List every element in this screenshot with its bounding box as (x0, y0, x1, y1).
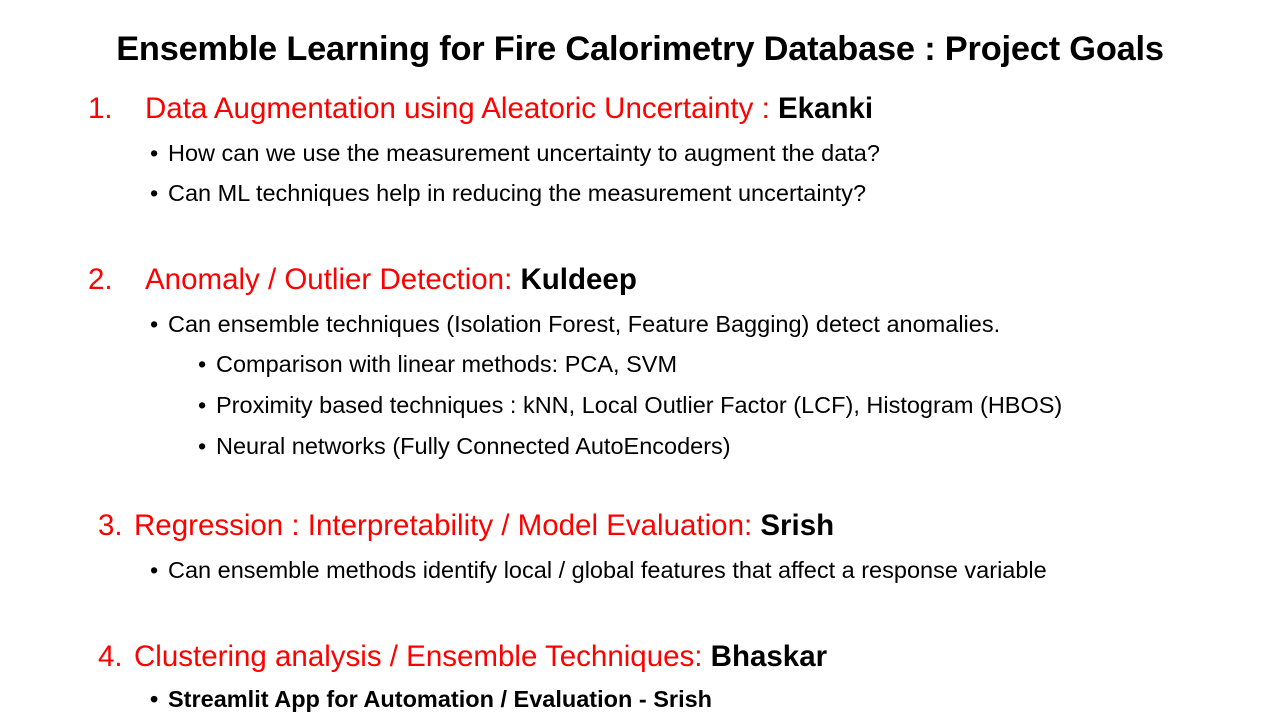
goal-1-number: 1. (88, 92, 113, 125)
bullet-text: Streamlit App for Automation / Evaluatio… (168, 686, 713, 712)
goal-2-text: Anomaly / Outlier Detection: (145, 263, 521, 296)
goal-3-heading: 3. Regression : Interpretability / Model … (98, 511, 834, 541)
goal-1-bullet-2: • Can ML techniques help in reducing the … (150, 180, 867, 206)
goal-2-owner: Kuldeep (520, 263, 637, 296)
goal-1-owner: Ekanki (777, 92, 874, 125)
bullet-icon: • (198, 351, 207, 377)
slide-title: Ensemble Learning for Fire Calorimetry D… (116, 30, 1164, 68)
goal-1-bullet-1: • How can we use the measurement uncertai… (150, 140, 880, 166)
goal-1-heading: 1. Data Augmentation using Aleatoric Unce… (88, 94, 873, 124)
goal-2-sub-bullet-1: • Comparison with linear methods: PCA, SV… (198, 351, 678, 377)
bullet-text: How can we use the measurement uncertain… (168, 140, 880, 166)
bullet-text: Can ensemble methods identify local / gl… (168, 557, 1047, 583)
bullet-text: Neural networks (Fully Connected AutoEnc… (216, 433, 731, 459)
goal-2-number: 2. (88, 263, 113, 296)
goal-4-owner: Bhaskar (710, 640, 828, 673)
bullet-icon: • (150, 180, 159, 206)
bullet-icon: • (198, 433, 207, 459)
bullet-text: Can ML techniques help in reducing the m… (168, 180, 867, 206)
goal-4-text: Clustering analysis / Ensemble Technique… (134, 640, 711, 673)
goal-3-text: Regression : Interpretability / Model Ev… (134, 509, 761, 542)
goal-4-bullet-1: • Streamlit App for Automation / Evaluati… (150, 686, 713, 712)
bullet-text: Proximity based techniques : kNN, Local … (216, 392, 1063, 418)
goal-2-sub-bullet-3: • Neural networks (Fully Connected AutoEn… (198, 433, 731, 459)
goal-3-bullet-1: • Can ensemble methods identify local / g… (150, 557, 1047, 583)
goal-3-number: 3. (98, 509, 123, 542)
bullet-icon: • (150, 686, 159, 712)
bullet-icon: • (150, 311, 159, 337)
goal-2-heading: 2. Anomaly / Outlier Detection: Kuldeep (88, 265, 637, 295)
goal-3-owner: Srish (760, 509, 835, 542)
bullet-text: Can ensemble techniques (Isolation Fores… (168, 311, 1001, 337)
goal-1-text: Data Augmentation using Aleatoric Uncert… (145, 92, 778, 125)
bullet-icon: • (150, 140, 159, 166)
goal-4-heading: 4. Clustering analysis / Ensemble Techniq… (98, 642, 827, 672)
bullet-text: Comparison with linear methods: PCA, SVM (216, 351, 678, 377)
bullet-icon: • (198, 392, 207, 418)
bullet-icon: • (150, 557, 159, 583)
goal-2-sub-bullet-2: • Proximity based techniques : kNN, Local… (198, 392, 1063, 418)
goal-2-bullet-1: • Can ensemble techniques (Isolation Fore… (150, 311, 1001, 337)
goal-4-number: 4. (98, 640, 123, 673)
